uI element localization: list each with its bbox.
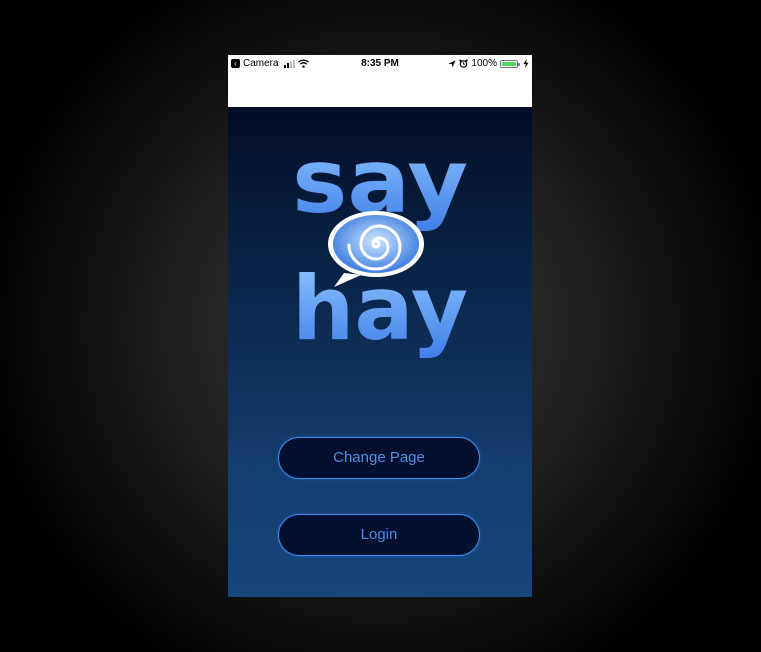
alarm-icon [459, 59, 469, 68]
navigation-bar [228, 73, 532, 107]
phone-screen: ‹ Camera 8:35 PM 100% say hay Change Pag… [228, 55, 532, 597]
status-bar: ‹ Camera 8:35 PM 100% [228, 55, 532, 73]
main-content: say hay Change Page Login [228, 107, 532, 597]
status-right: 100% [448, 58, 529, 69]
change-page-button[interactable]: Change Page [278, 437, 480, 479]
battery-percent: 100% [471, 58, 497, 69]
login-button[interactable]: Login [278, 514, 480, 556]
logo-word-bottom: hay [292, 257, 468, 360]
charging-icon [523, 59, 529, 68]
app-logo: say hay [292, 130, 468, 360]
battery-icon [500, 59, 520, 68]
location-icon [448, 60, 456, 67]
